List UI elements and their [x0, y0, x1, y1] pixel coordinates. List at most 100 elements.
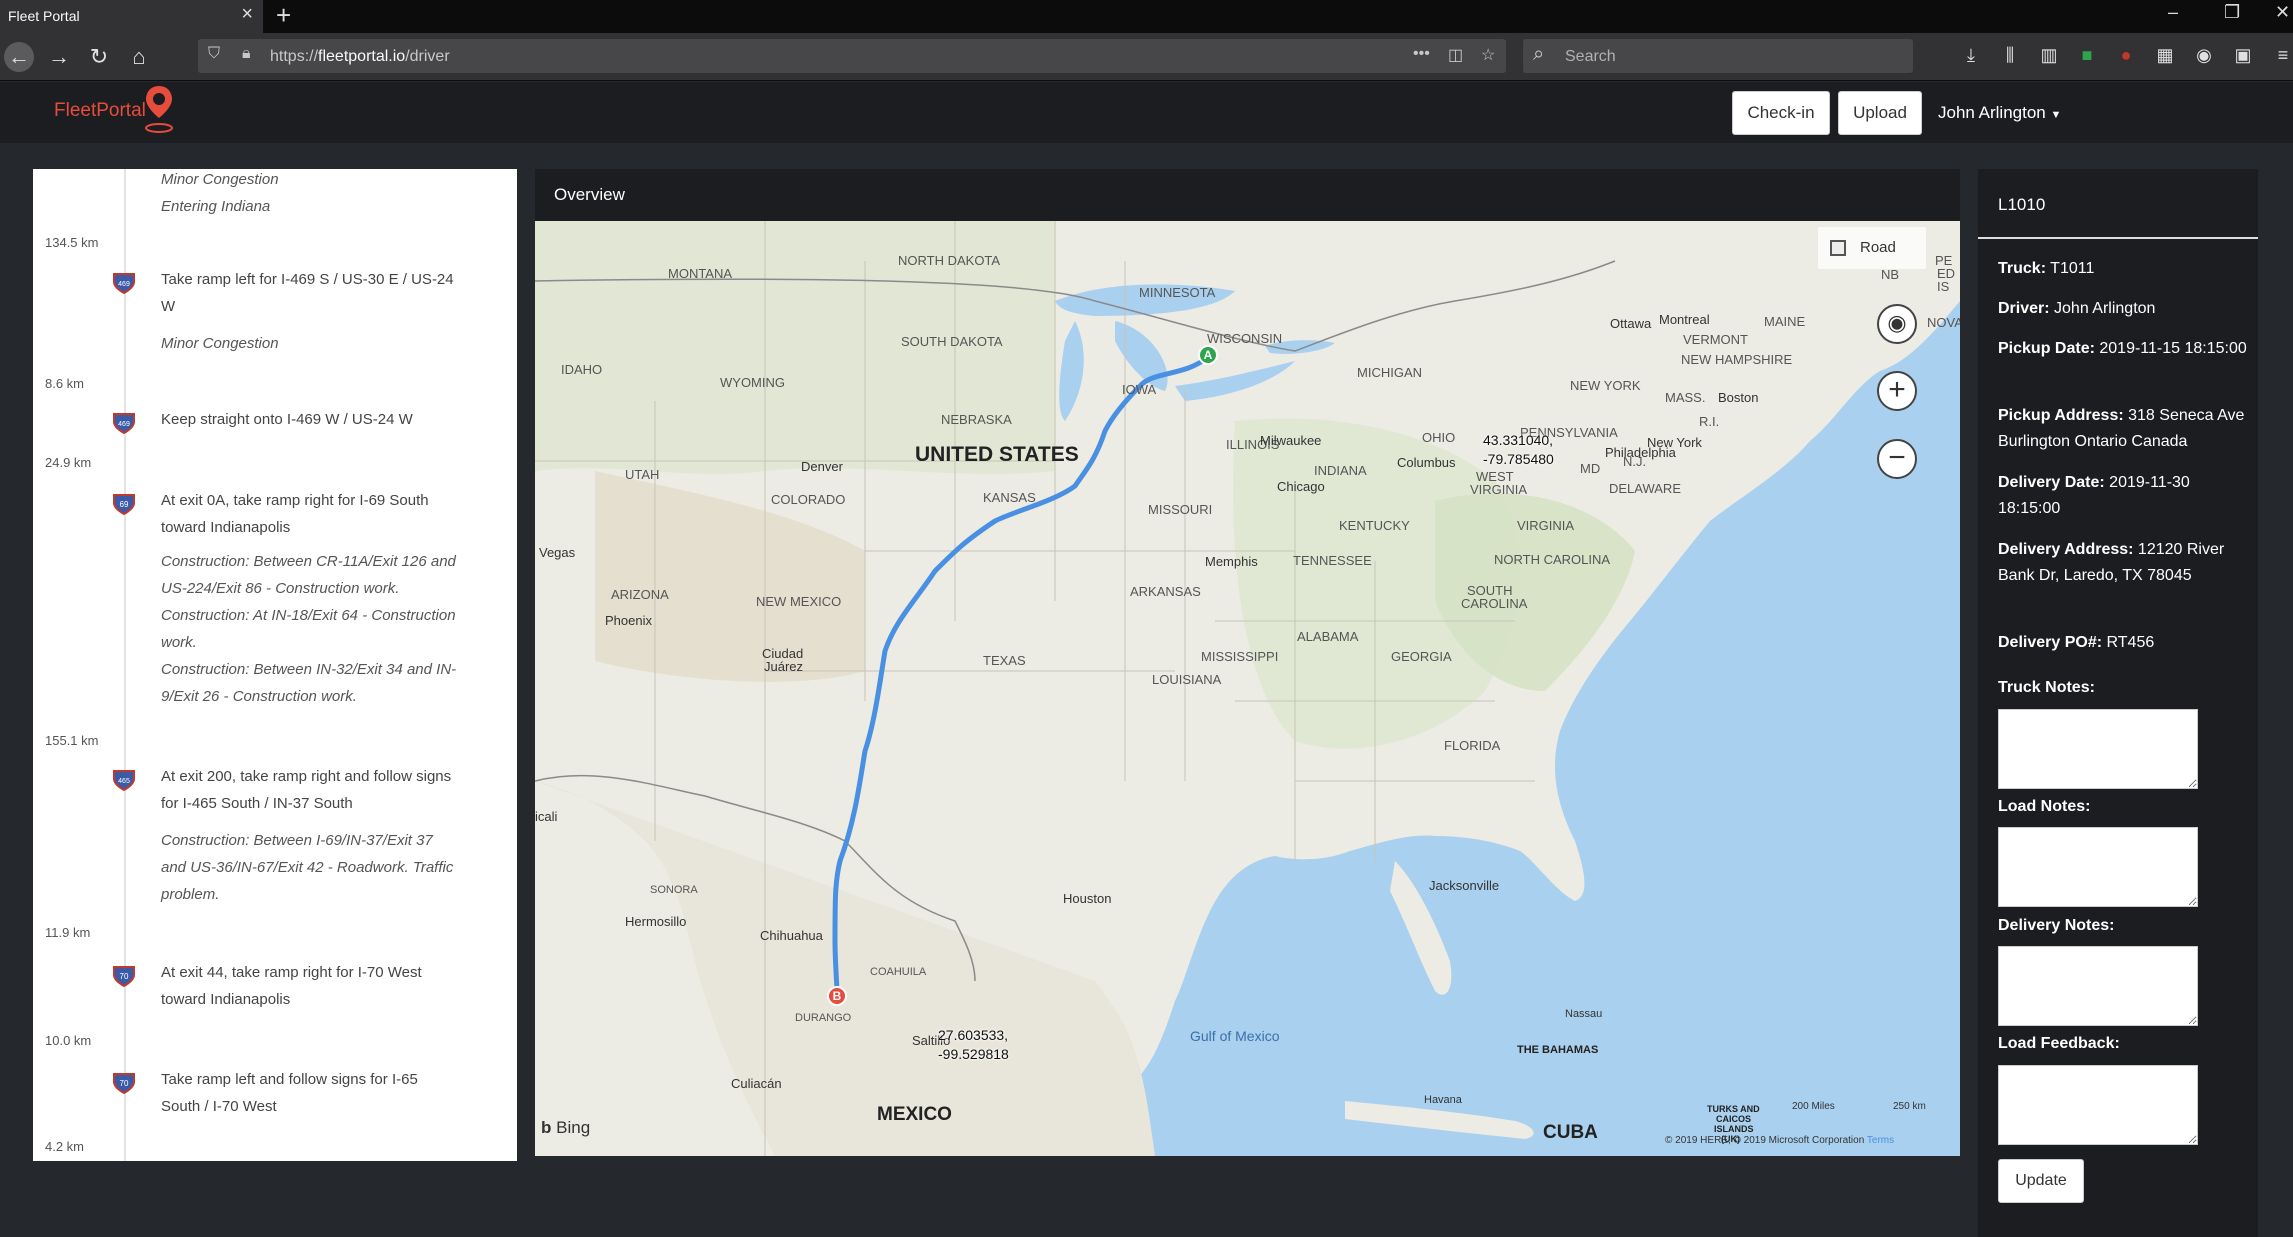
direction-step[interactable]: Take ramp left and follow signs for I-65… [161, 1066, 461, 1120]
extension-gray-icon[interactable]: ▣ [2232, 45, 2254, 66]
start-marker[interactable]: A [1198, 345, 1218, 365]
map-label: ALABAMA [1297, 629, 1359, 644]
menu-icon[interactable]: ≡ [2272, 45, 2293, 66]
load-notes-label: Load Notes: [1998, 798, 2091, 815]
tab-title: Fleet Portal [8, 8, 80, 24]
map-label: SOUTH DAKOTA [901, 334, 1003, 349]
map-canvas[interactable]: A B MONTANA NORTH DAKOTA MINNESOTA SOUTH… [535, 221, 1960, 1156]
direction-note: Construction: Between CR-11A/Exit 126 an… [161, 553, 456, 597]
map-label: UTAH [625, 467, 660, 482]
map-label-city: Boston [1718, 390, 1759, 405]
end-lng: -99.529818 [938, 1046, 1009, 1062]
map-label-country: CUBA [1543, 1122, 1598, 1143]
map-label-city: Culiacán [731, 1076, 782, 1091]
upload-button[interactable]: Upload [1838, 91, 1922, 135]
zoom-in-button[interactable]: + [1877, 371, 1917, 411]
directions-timeline [124, 169, 126, 1161]
page-actions-icon[interactable]: ••• [1413, 45, 1430, 63]
reload-icon[interactable]: ↻ [84, 42, 114, 72]
url-text[interactable]: https://fleetportal.io/driver [270, 48, 450, 66]
account-icon[interactable]: ◉ [2193, 45, 2215, 66]
map-label: CAICOS [1716, 1114, 1752, 1124]
map-label: IOWA [1122, 382, 1157, 397]
map-label: NEW HAMPSHIRE [1681, 352, 1793, 367]
bing-logo[interactable]: b Bing [541, 1118, 590, 1138]
shield-number: 70 [120, 972, 129, 981]
map-label: TENNESSEE [1293, 553, 1372, 568]
check-in-button[interactable]: Check-in [1732, 91, 1830, 135]
restore-icon[interactable]: ❐ [2224, 2, 2240, 23]
direction-step[interactable]: Keep straight onto I-469 W / US-24 W [161, 406, 461, 433]
map-label-city: Columbus [1397, 455, 1456, 470]
update-button[interactable]: Update [1998, 1159, 2084, 1203]
truck-value: T1011 [2050, 260, 2095, 277]
window-close-icon[interactable]: ✕ [2275, 2, 2290, 23]
delivery-po-field: Delivery PO#: RT456 [1998, 630, 2248, 656]
truck-notes-input[interactable] [1998, 709, 2198, 789]
shield-number: 69 [120, 500, 129, 509]
home-icon[interactable]: ⌂ [124, 42, 154, 72]
road-label: Road [1860, 239, 1896, 256]
minimize-icon[interactable]: – [2168, 2, 2178, 23]
map-label-city: Montreal [1659, 312, 1710, 327]
load-notes-input[interactable] [1998, 827, 2198, 907]
map-label: MISSISSIPPI [1201, 649, 1279, 664]
ublock-icon[interactable]: ● [2115, 45, 2137, 66]
shield-icon[interactable]: ⛉ [208, 45, 220, 63]
browser-tab[interactable]: Fleet Portal × [0, 0, 263, 33]
pickup-date-field: Pickup Date: 2019-11-15 18:15:00 [1998, 336, 2248, 362]
map-label-city: Nassau [1565, 1008, 1603, 1020]
map-label: SONORA [650, 884, 698, 896]
load-details-panel: L1010 Truck: T1011 Driver: John Arlingto… [1978, 169, 2258, 1237]
forward-icon[interactable]: → [44, 42, 74, 72]
map-label: MISSOURI [1148, 502, 1213, 517]
map-label: MINNESOTA [1139, 285, 1216, 300]
road-style-toggle[interactable]: Road [1818, 227, 1926, 269]
search-placeholder: Search [1565, 48, 1616, 65]
map-label: MASS. [1665, 390, 1706, 405]
load-feedback-input[interactable] [1998, 1065, 2198, 1145]
extension-grid-icon[interactable]: ▦ [2154, 45, 2176, 66]
zoom-out-button[interactable]: − [1877, 439, 1917, 479]
direction-note: Minor Congestion [161, 335, 279, 352]
direction-note: Minor Congestion [161, 171, 279, 188]
minus-icon: − [1888, 441, 1906, 474]
map-label: NEW MEXICO [756, 594, 842, 609]
user-menu[interactable]: John Arlington ▼ [1938, 103, 2061, 123]
direction-step[interactable]: At exit 0A, take ramp right for I-69 Sou… [161, 487, 461, 541]
back-icon[interactable]: ← [4, 42, 34, 72]
sidebar-icon[interactable]: ▥ [2038, 45, 2060, 66]
driver-value: John Arlington [2054, 300, 2156, 317]
direction-step[interactable]: Take ramp left for I-469 S / US-30 E / U… [161, 266, 461, 320]
url-bar[interactable]: ⛉ 🔒︎ https://fleetportal.io/driver ••• ◫… [198, 39, 1506, 73]
pickup-address-field: Pickup Address: 318 Seneca Ave Burlingto… [1998, 403, 2248, 455]
map-label-city: Milwaukee [1260, 433, 1322, 448]
map-label: KANSAS [983, 490, 1036, 505]
library-icon[interactable]: ⫼ [1999, 45, 2021, 66]
bookmark-star-icon[interactable]: ☆ [1481, 45, 1495, 65]
locate-me-button[interactable]: ◉ [1877, 304, 1917, 344]
shield-number: 465 [118, 778, 130, 785]
direction-step[interactable]: At exit 200, take ramp right and follow … [161, 763, 461, 817]
map-label: NEW YORK [1570, 378, 1641, 393]
direction-distance: 8.6 km [45, 376, 85, 391]
interstate-shield-icon: 70 [113, 966, 135, 987]
app-logo[interactable]: FleetPortal [54, 100, 146, 122]
extension-green-icon[interactable]: ■ [2076, 45, 2098, 66]
map-label: COAHUILA [870, 966, 927, 978]
delivery-notes-input[interactable] [1998, 946, 2198, 1026]
bing-icon: b [541, 1118, 552, 1137]
map-label-country: MEXICO [877, 1104, 952, 1125]
downloads-icon[interactable]: ⤓ [1960, 45, 1982, 66]
tab-close-icon[interactable]: × [241, 3, 253, 26]
pocket-icon[interactable]: ◫ [1448, 45, 1463, 65]
end-marker[interactable]: B [827, 986, 847, 1006]
direction-step[interactable]: At exit 44, take ramp right for I-70 Wes… [161, 959, 461, 1013]
new-tab-icon[interactable]: + [276, 0, 291, 31]
map-label-water: Gulf of Mexico [1190, 1028, 1280, 1044]
load-id: L1010 [1978, 169, 2258, 239]
map-label-city: Denver [801, 459, 843, 474]
road-map-icon [1830, 240, 1846, 256]
terms-link[interactable]: Terms [1867, 1135, 1894, 1146]
search-bar[interactable]: ⌕ Search [1523, 39, 1913, 73]
